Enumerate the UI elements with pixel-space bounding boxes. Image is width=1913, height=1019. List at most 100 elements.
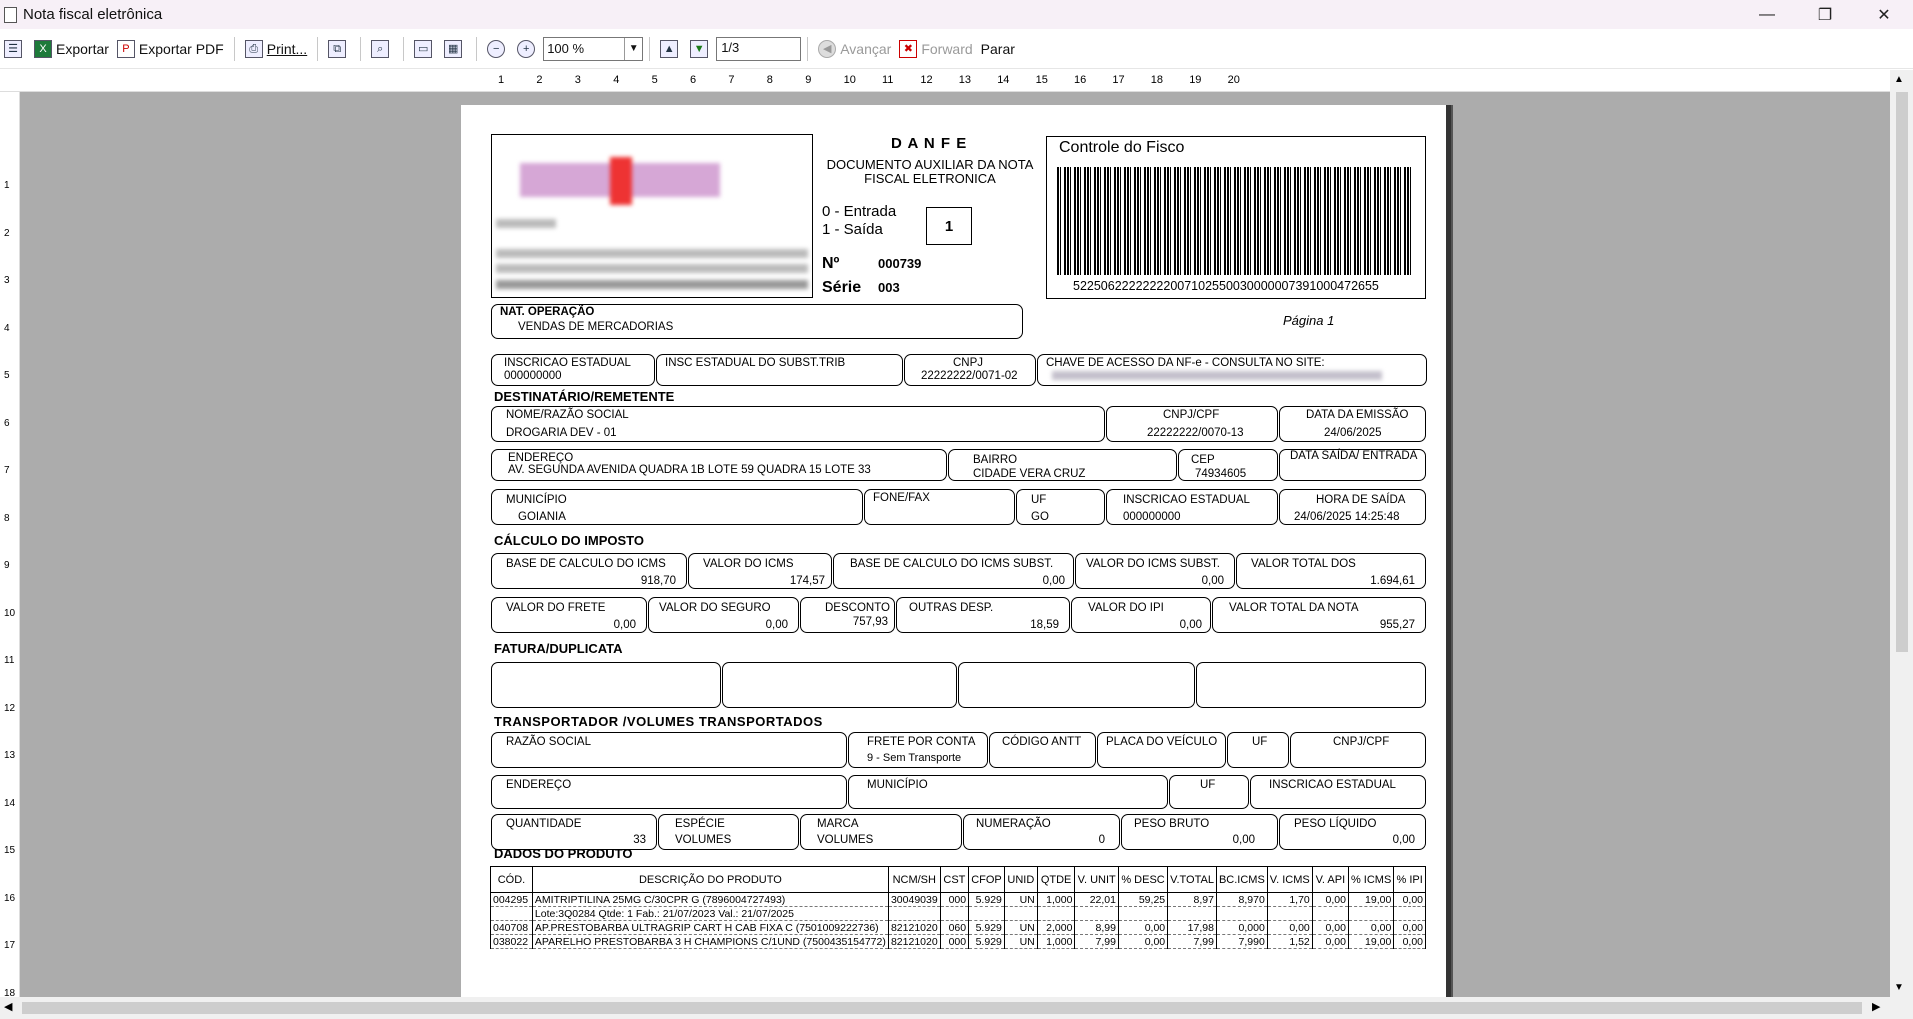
cep-value: 74934605: [1195, 468, 1247, 480]
frete-conta-value: 9 - Sem Transporte: [867, 752, 962, 764]
toolbar-separator: [233, 36, 235, 61]
dest-cnpj-value: 22222222/0070-13: [1147, 427, 1244, 439]
column-header: QTDE: [1036, 866, 1076, 893]
scroll-down-icon[interactable]: ▼: [1894, 982, 1904, 993]
scroll-right-icon[interactable]: ▶: [1872, 1000, 1880, 1013]
table-cell: UN: [1003, 934, 1038, 949]
column-header: CST: [939, 866, 970, 893]
table-cell: [1311, 906, 1349, 921]
ruler-mark: 8: [766, 74, 773, 86]
find-button[interactable]: ⌕: [367, 34, 397, 64]
ie-st-label: INSC ESTADUAL DO SUBST.TRIB: [665, 357, 846, 369]
fatura-slot: [1196, 662, 1426, 708]
print-button[interactable]: ⎙ Print...: [241, 34, 311, 64]
zoom-select[interactable]: 100 % ▼: [543, 36, 644, 61]
ruler-mark: 4: [613, 74, 620, 86]
multi-page-button[interactable]: ▦: [440, 34, 470, 64]
ie-box: INSCRICAO ESTADUAL 000000000: [491, 354, 655, 386]
total-produtos-box: VALOR TOTAL DOS 1.694,61: [1236, 553, 1426, 589]
copy-button[interactable]: ⧉: [324, 34, 354, 64]
zoom-out-button[interactable]: −: [483, 34, 513, 64]
table-cell: 0,00: [1311, 892, 1349, 907]
horizontal-scrollbar[interactable]: ◀ ▶: [0, 997, 1913, 1019]
vertical-scrollbar[interactable]: ▲ ▼: [1890, 70, 1913, 997]
fatura-slot: [722, 662, 957, 708]
stop-button[interactable]: Parar: [977, 34, 1019, 64]
base-st-box: BASE DE CALCULO DO ICMS SUBST. 0,00: [833, 553, 1074, 589]
stop-label: Parar: [980, 40, 1015, 57]
table-cell: [1347, 906, 1395, 921]
ruler-mark: 5: [651, 74, 658, 86]
dest-cnpj-label: CNPJ/CPF: [1163, 409, 1220, 421]
multi-page-icon: ▦: [444, 39, 463, 58]
quantidade-box: QUANTIDADE 33: [491, 814, 657, 850]
ruler-mark: 14: [4, 797, 16, 809]
data-saida-box: DATA SAÍDA/ ENTRADA: [1279, 449, 1426, 481]
page-number: Página 1: [1283, 313, 1335, 328]
toolbar-separator: [317, 36, 319, 61]
especie-value: VOLUMES: [675, 834, 732, 846]
ruler-mark: 9: [805, 74, 812, 86]
marca-value: VOLUMES: [817, 834, 874, 846]
table-cell: [1393, 906, 1426, 921]
fatura-slot: [491, 662, 721, 708]
ruler-mark: 2: [4, 227, 10, 239]
table-cell: 0,00: [1117, 934, 1169, 949]
transp-ie-box: INSCRICAO ESTADUAL: [1250, 775, 1426, 809]
table-row: 038022 APARELHO PRESTOBARBA 3 H CHAMPIONS…: [490, 934, 1426, 949]
products-header-row: CÓD. DESCRIÇÃO DO PRODUTO NCM/SH CST CFOP UNI…: [490, 866, 1426, 893]
column-header: CÓD.: [490, 866, 533, 893]
endereco-value: AV. SEGUNDA AVENIDA QUADRA 1B LOTE 59 QU…: [508, 464, 871, 476]
table-cell: APARELHO PRESTOBARBA 3 H CHAMPIONS C/1UN…: [531, 934, 889, 949]
forward-button[interactable]: ✖ Forward: [895, 34, 976, 64]
close-button[interactable]: ✕: [1855, 0, 1913, 29]
ruler-mark: 1: [4, 180, 10, 191]
ie-value: 000000000: [504, 370, 562, 382]
vertical-scroll-thumb[interactable]: [1896, 92, 1908, 652]
total-nota-value: 955,27: [1379, 619, 1415, 631]
saida-label: 1 - Saída: [822, 221, 883, 238]
tipo-box: 1: [926, 207, 972, 245]
table-cell: [1036, 906, 1076, 921]
column-header: CFOP: [968, 866, 1005, 893]
table-row: Lote:3Q0284 Qtde: 1 Fab.: 21/07/2023 Val…: [490, 906, 1426, 921]
column-header: % DESC: [1117, 866, 1169, 893]
next-page-button[interactable]: ▼: [686, 34, 716, 64]
municipio-value: GOIANIA: [518, 511, 566, 523]
danfe-title: D A N F E: [891, 135, 968, 152]
export-pdf-button[interactable]: P Exportar PDF: [113, 34, 228, 64]
chave-redacted: [1052, 371, 1382, 380]
transp-uf2-label: UF: [1200, 779, 1216, 791]
minimize-button[interactable]: —: [1738, 0, 1796, 29]
toolbar-separator: [476, 36, 478, 61]
zoom-in-button[interactable]: +: [513, 34, 543, 64]
prev-page-button[interactable]: ▲: [656, 34, 686, 64]
column-header: DESCRIÇÃO DO PRODUTO: [531, 866, 889, 893]
total-nota-box: VALOR TOTAL DA NOTA 955,27: [1212, 597, 1426, 633]
advance-button[interactable]: ◀ Avançar: [814, 34, 895, 64]
uf-label: UF: [1031, 494, 1047, 506]
ruler-mark: 9: [4, 560, 10, 571]
toolbar-separator: [807, 36, 809, 61]
zoom-out-icon: −: [487, 39, 506, 58]
antt-label: CÓDIGO ANTT: [1002, 736, 1082, 748]
table-cell: 19,00: [1347, 934, 1395, 949]
desconto-value: 757,93: [852, 616, 888, 628]
bairro-value: CIDADE VERA CRUZ: [973, 468, 1086, 480]
table-row: 040708 AP.PRESTOBARBA ULTRAGRIP CART H CA…: [490, 920, 1426, 935]
toc-button[interactable]: ☰: [0, 34, 30, 64]
scroll-left-icon[interactable]: ◀: [4, 1000, 12, 1013]
scroll-up-icon[interactable]: ▲: [1894, 74, 1904, 85]
ruler-mark: 15: [4, 845, 16, 856]
placa-label: PLACA DO VEÍCULO: [1106, 736, 1218, 748]
toolbar-separator: [360, 36, 362, 61]
page-number-input[interactable]: 1/3: [716, 36, 802, 61]
table-cell: 060: [939, 920, 970, 935]
horizontal-scroll-thumb[interactable]: [22, 1002, 1862, 1014]
export-button[interactable]: X Exportar: [30, 34, 113, 64]
report-canvas[interactable]: D A N F E DOCUMENTO AUXILIAR DA NOTA FIS…: [20, 92, 1890, 997]
maximize-button[interactable]: ❐: [1796, 0, 1854, 29]
barcode: [1057, 167, 1411, 275]
single-page-button[interactable]: ▭: [410, 34, 440, 64]
ruler-mark: 18: [1150, 74, 1164, 86]
